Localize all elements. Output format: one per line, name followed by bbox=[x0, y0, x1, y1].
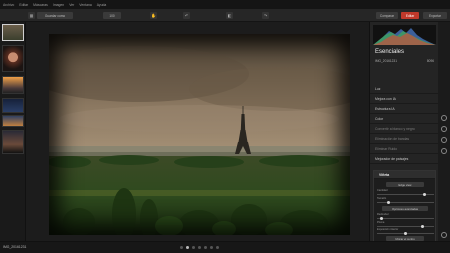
slider-inner-exposure-knob[interactable] bbox=[404, 232, 407, 235]
advanced-options-button[interactable]: Opciones avanzadas bbox=[382, 206, 428, 211]
pager-dot[interactable] bbox=[204, 246, 207, 249]
menu-ver[interactable]: Ver bbox=[69, 3, 74, 7]
section-debanding[interactable]: Eliminación de bandas bbox=[370, 134, 439, 144]
slider-label-amount: Cantidad bbox=[377, 189, 388, 192]
slider-label-inner-exposure: Exposición interior bbox=[377, 228, 399, 231]
thumbnail-sunset[interactable] bbox=[2, 76, 24, 94]
slider-feather-knob[interactable] bbox=[421, 225, 425, 228]
edit-button[interactable]: Editar bbox=[401, 12, 419, 19]
slider-amount[interactable] bbox=[377, 193, 434, 196]
menu-ventana[interactable]: Ventana bbox=[79, 3, 91, 7]
thumbnail-street[interactable] bbox=[2, 130, 24, 154]
slider-label-feather: Pluma bbox=[377, 221, 385, 224]
menu-editar[interactable]: Editar bbox=[19, 3, 28, 7]
zoom-level[interactable]: 100 bbox=[103, 12, 121, 19]
tool-icon-strip bbox=[438, 22, 450, 250]
section-light[interactable]: Luz bbox=[370, 84, 439, 94]
filmstrip bbox=[0, 22, 26, 241]
thumbnail-city-lights[interactable] bbox=[2, 115, 24, 127]
section-landscape[interactable]: Mejorador de paisajes bbox=[370, 154, 439, 164]
pager-dot[interactable] bbox=[210, 246, 213, 249]
menu-bar: Archivo Editar Máscaras Imagen Ver Venta… bbox=[0, 0, 450, 9]
portrait-tool-icon[interactable] bbox=[441, 137, 447, 143]
pager-dot[interactable] bbox=[198, 246, 201, 249]
grid-view-icon[interactable]: ▦ bbox=[28, 12, 35, 19]
essentials-tool-icon[interactable] bbox=[441, 115, 447, 121]
section-ai-structure[interactable]: Estructura IA bbox=[370, 104, 439, 114]
slider-size[interactable] bbox=[377, 201, 434, 204]
thumbnail-eiffel[interactable] bbox=[2, 24, 24, 41]
menu-archivo[interactable]: Archivo bbox=[3, 3, 14, 7]
pager-dot[interactable] bbox=[180, 246, 183, 249]
professional-tool-icon[interactable] bbox=[441, 148, 447, 154]
menu-imagen[interactable]: Imagen bbox=[53, 3, 64, 7]
histogram-graph bbox=[373, 28, 436, 45]
redo-icon[interactable]: ↷ bbox=[262, 12, 269, 19]
help-icon[interactable] bbox=[441, 232, 447, 238]
slider-label-size: Tamaño bbox=[377, 197, 387, 200]
slider-inner-exposure[interactable] bbox=[377, 232, 434, 235]
toolbar: ▦ Guardar como 100 ✋ ↶ ◧ ↷ Comparar Edit… bbox=[0, 9, 450, 22]
status-bar: IMG_20161231 bbox=[0, 241, 450, 253]
section-black-white[interactable]: Convertir a blanco y negro bbox=[370, 124, 439, 134]
file-size-label: 8096 bbox=[426, 59, 434, 63]
slider-feather[interactable] bbox=[377, 225, 434, 228]
slider-amount-knob[interactable] bbox=[423, 193, 427, 196]
hand-tool-icon[interactable]: ✋ bbox=[150, 12, 157, 19]
creative-tool-icon[interactable] bbox=[441, 126, 447, 132]
edited-photo[interactable] bbox=[49, 34, 350, 235]
compare-button[interactable]: Comparar bbox=[376, 12, 398, 19]
section-color[interactable]: Color bbox=[370, 114, 439, 124]
vignette-overlay bbox=[49, 34, 350, 235]
split-view-icon[interactable]: ◧ bbox=[226, 12, 233, 19]
export-button[interactable]: Exportar bbox=[423, 12, 447, 19]
slider-label-roundness: Redondez bbox=[377, 213, 389, 216]
histogram bbox=[373, 25, 436, 45]
undo-icon[interactable]: ↶ bbox=[183, 12, 190, 19]
app-window: Archivo Editar Máscaras Imagen Ver Venta… bbox=[0, 0, 450, 253]
pager-dot[interactable] bbox=[192, 246, 195, 249]
slider-roundness-knob[interactable] bbox=[380, 217, 384, 220]
menu-mascaras[interactable]: Máscaras bbox=[33, 3, 48, 7]
section-denoise[interactable]: Eliminar Ruido bbox=[370, 144, 439, 154]
slider-size-knob[interactable] bbox=[386, 201, 390, 204]
file-name-label: IMG_20161231 bbox=[375, 59, 397, 63]
status-filename: IMG_20161231 bbox=[3, 245, 27, 249]
image-canvas[interactable] bbox=[26, 22, 369, 241]
image-pager bbox=[180, 246, 219, 249]
slider-roundness[interactable] bbox=[377, 217, 434, 220]
section-ai-enhance[interactable]: Mejora con IA bbox=[370, 94, 439, 104]
adjustments-panel: Esenciales IMG_20161231 8096 Luz Mejora … bbox=[369, 22, 439, 243]
menu-ayuda[interactable]: Ayuda bbox=[97, 3, 107, 7]
save-as-button[interactable]: Guardar como bbox=[37, 12, 73, 19]
thumbnail-night-city[interactable] bbox=[2, 98, 24, 113]
pager-dot[interactable] bbox=[216, 246, 219, 249]
panel-title: Esenciales bbox=[375, 49, 405, 55]
thumbnail-portrait[interactable] bbox=[2, 45, 24, 72]
pager-dot[interactable] bbox=[186, 246, 189, 249]
vignette-mode-dropdown[interactable]: Edge view bbox=[386, 182, 424, 187]
section-vignette[interactable]: Viñeta bbox=[374, 171, 435, 179]
vignette-panel: Viñeta Edge view Cantidad Tamaño Opcione… bbox=[373, 170, 436, 243]
